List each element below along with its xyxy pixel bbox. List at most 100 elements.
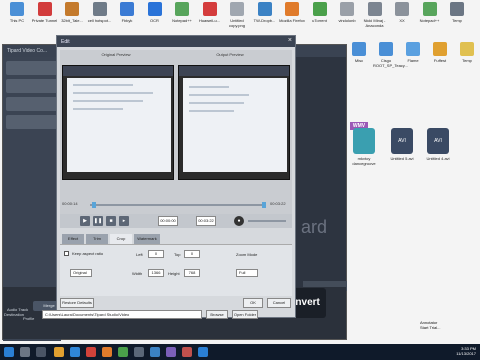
stop-icon[interactable]: ■ xyxy=(106,216,116,226)
desktop-icon-label: vindolonb xyxy=(338,18,356,23)
tab-crop[interactable]: Crop xyxy=(110,234,132,244)
app-icon[interactable] xyxy=(182,347,192,357)
open-folder-button[interactable]: Open Folder xyxy=(232,310,258,319)
keep-aspect-checkbox[interactable] xyxy=(64,251,69,256)
destination-input[interactable]: C:\Users\Laura\Documents\Tipard Studio\V… xyxy=(42,310,202,319)
desktop-icon[interactable]: HuaweiLu... xyxy=(197,2,223,23)
volume-slider[interactable] xyxy=(248,220,286,222)
close-icon[interactable]: × xyxy=(288,37,292,45)
app-icon[interactable] xyxy=(118,347,128,357)
desktop-icon-image xyxy=(395,2,409,16)
desktop-icon-label: Nicki Minaj - Anaconda xyxy=(363,18,386,28)
height-input[interactable]: 768 xyxy=(184,269,200,277)
aspect-select[interactable]: Original xyxy=(70,269,92,277)
desktop-icon[interactable]: XX xyxy=(389,2,415,23)
file-list-item[interactable] xyxy=(6,97,58,111)
desktop-icon[interactable]: Nicki Minaj - Anaconda xyxy=(362,2,388,28)
desktop-icon-image xyxy=(175,2,189,16)
app-icon[interactable] xyxy=(150,347,160,357)
firefox-icon[interactable] xyxy=(102,347,112,357)
desktop-icon[interactable]: Notepad++ xyxy=(169,2,195,23)
original-preview-label: Original Preview xyxy=(101,52,131,57)
ok-button[interactable]: OK xyxy=(243,298,263,308)
desktop-icon-image xyxy=(285,2,299,16)
left-label: Left xyxy=(136,252,143,257)
chrome-icon[interactable] xyxy=(86,347,96,357)
annotation-note: Annotator Start Trial... xyxy=(420,320,441,330)
desktop-icon[interactable]: Fuffest xyxy=(427,42,453,63)
seek-slider[interactable] xyxy=(90,202,266,208)
end-time-input[interactable]: 00:03:22 xyxy=(196,216,216,226)
app-icon[interactable] xyxy=(134,347,144,357)
playback-controls: ▶ ❚❚ ■ ▸ 00:00:00 00:03:22 ● xyxy=(60,214,292,228)
desktop-icon-label: uTorrent xyxy=(312,18,327,23)
desktop-icon[interactable]: Untitled copy.png xyxy=(224,2,250,28)
file-list-item[interactable] xyxy=(6,61,58,75)
desktop-icon-label: Untitled copy.png xyxy=(229,18,245,28)
desktop-icon-image xyxy=(147,2,162,16)
desktop-icon[interactable]: Fbkyk xyxy=(114,2,140,23)
preview-line xyxy=(73,100,143,102)
crop-panel: Keep aspect ratio Original Left 0 Top 0 … xyxy=(60,244,292,296)
app-icon[interactable] xyxy=(166,347,176,357)
seek-handle-end[interactable] xyxy=(262,202,266,208)
file-list-item[interactable] xyxy=(6,79,58,93)
desktop-icon-image xyxy=(230,2,244,16)
desktop-icon[interactable]: Private Tunnel xyxy=(32,2,58,23)
width-input[interactable]: 1366 xyxy=(148,269,164,277)
next-frame-icon[interactable]: ▸ xyxy=(119,216,129,226)
desktop-icon[interactable]: Flame xyxy=(400,42,426,63)
top-label: Top xyxy=(174,252,181,257)
desktop-icon[interactable]: 32bit_Tale... xyxy=(59,2,85,23)
desktop-icon-image xyxy=(92,2,107,16)
desktop-card-avi-5[interactable]: AVI Untitled 5.avi xyxy=(390,128,414,166)
edge-icon[interactable] xyxy=(70,347,80,357)
task-view-icon[interactable] xyxy=(36,347,46,357)
desktop-icon[interactable]: TW-Dropb... xyxy=(252,2,278,23)
output-preview-label: Output Preview xyxy=(216,52,244,57)
app-icon[interactable] xyxy=(198,347,208,357)
file-explorer-icon[interactable] xyxy=(54,347,64,357)
top-input[interactable]: 0 xyxy=(184,250,200,258)
desktop-icon-image xyxy=(422,2,437,16)
cancel-button[interactable]: Cancel xyxy=(267,298,291,308)
file-list-item[interactable] xyxy=(6,115,58,129)
play-icon[interactable]: ▶ xyxy=(80,216,90,226)
desktop-icon-label: Mozilla Firefox xyxy=(279,18,305,23)
desktop-icon-label: cell hotspot... xyxy=(87,18,112,23)
desktop-icon[interactable]: uTorrent xyxy=(307,2,333,23)
desktop-card-mkv[interactable]: mkvtoy dancegroove xyxy=(352,128,376,166)
desktop-icon[interactable]: cell hotspot... xyxy=(87,2,113,23)
desktop-icon[interactable]: OCR xyxy=(142,2,168,23)
desktop-icon[interactable]: Cisgo ROOT_SP_Teacy... xyxy=(373,42,408,68)
desktop-icon-image xyxy=(367,2,382,16)
desktop-icon-image xyxy=(257,2,272,16)
desktop-card-avi-4[interactable]: AVI Untitled 4.avi xyxy=(426,128,450,166)
restore-defaults-button[interactable]: Restore Defaults xyxy=(60,298,94,308)
desktop-icon[interactable]: vindolonb xyxy=(334,2,360,23)
dialog-titlebar[interactable]: Edit × xyxy=(57,36,295,47)
start-time-input[interactable]: 00:00:00 xyxy=(158,216,178,226)
desktop-icon[interactable]: Notepad++ xyxy=(417,2,443,23)
desktop-icon[interactable]: Temp xyxy=(444,2,470,23)
volume-icon[interactable]: ● xyxy=(234,216,244,226)
desktop-icon[interactable]: Mozilla Firefox xyxy=(279,2,305,23)
left-input[interactable]: 0 xyxy=(148,250,164,258)
desktop-icon[interactable]: This PC xyxy=(4,2,30,23)
desktop-icon-label: Notepad++ xyxy=(419,18,440,23)
preview-toolbar xyxy=(179,66,289,76)
tab-watermark[interactable]: Watermark xyxy=(134,234,160,244)
pause-icon[interactable]: ❚❚ xyxy=(93,216,103,226)
browse-button[interactable]: Browse xyxy=(206,310,228,319)
tab-trim[interactable]: Trim xyxy=(86,234,108,244)
taskbar-clock[interactable]: 3:33 PM 11/13/2017 xyxy=(456,346,476,356)
desktop-icon[interactable]: Temp xyxy=(454,42,480,63)
seek-handle-start[interactable] xyxy=(92,202,96,208)
tab-effect[interactable]: Effect xyxy=(62,234,84,244)
desktop-icon-label: Fuffest xyxy=(433,58,447,63)
desktop-icon[interactable]: Misc xyxy=(346,42,372,63)
windows-start-icon[interactable] xyxy=(4,347,14,357)
zoom-mode-select[interactable]: Full xyxy=(236,269,258,277)
desktop-icon-label: OCR xyxy=(150,18,159,23)
search-icon[interactable] xyxy=(20,347,30,357)
